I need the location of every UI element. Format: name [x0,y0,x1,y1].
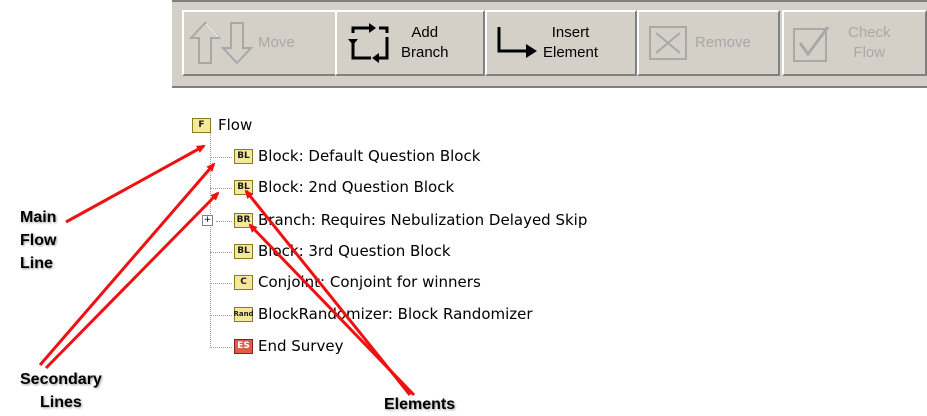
secondary-lines-caption: Secondary Lines [20,371,102,411]
main-flow-arrow [65,144,206,224]
annotation-arrows [38,144,416,397]
elements-arrow [248,223,416,397]
secondary-arrow [38,162,216,366]
main-flow-line-caption: Main Flow Line [20,209,57,272]
elements-caption: Elements [384,396,456,413]
